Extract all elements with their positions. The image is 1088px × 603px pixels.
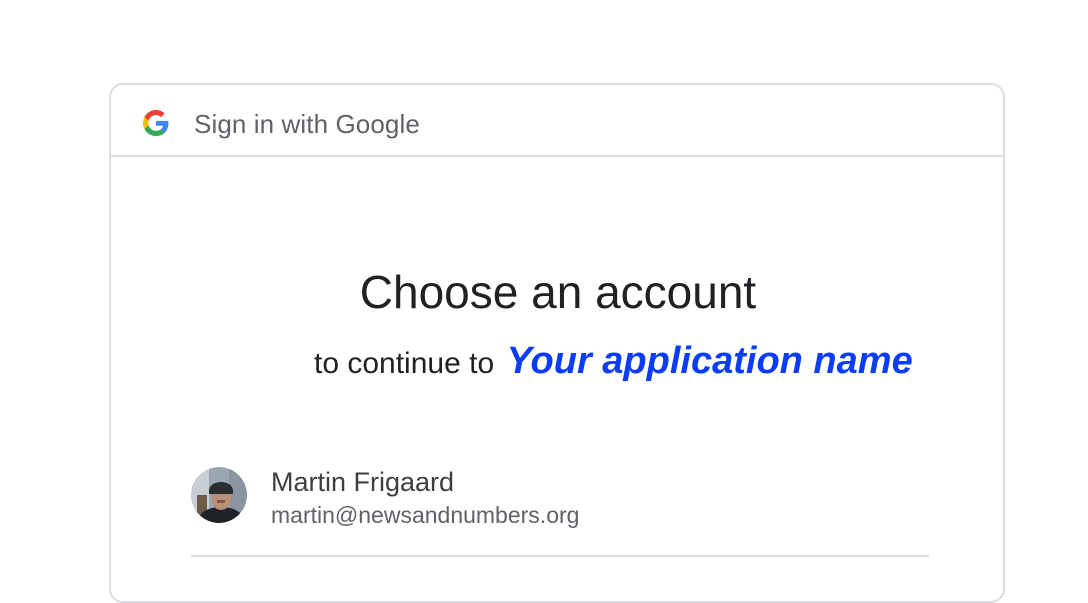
- page-title: Choose an account: [359, 266, 757, 318]
- card-header: Sign in with Google: [111, 85, 1003, 157]
- continue-to-line: to continue to Your application name: [314, 340, 913, 383]
- sign-in-card: Sign in with Google Choose an account to…: [109, 83, 1005, 603]
- google-g-icon: [143, 110, 169, 136]
- continue-prefix: to continue to: [314, 347, 495, 380]
- account-item[interactable]: Martin Frigaard martin@newsandnumbers.or…: [191, 461, 929, 557]
- app-name: Your application name: [506, 340, 913, 382]
- account-name: Martin Frigaard: [271, 467, 455, 497]
- account-email: martin@newsandnumbers.org: [271, 502, 580, 528]
- header-title: Sign in with Google: [194, 109, 420, 139]
- avatar: [191, 467, 247, 523]
